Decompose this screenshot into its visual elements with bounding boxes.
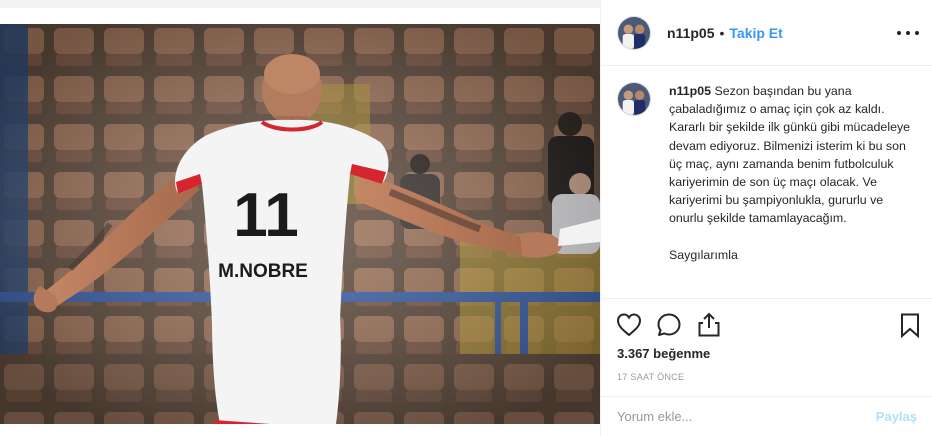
avatar[interactable] xyxy=(617,15,651,50)
comment-icon xyxy=(657,313,681,336)
header-separator: • xyxy=(719,24,725,41)
action-bar xyxy=(601,298,932,350)
share-icon xyxy=(698,312,720,337)
post-comment-button[interactable]: Paylaş xyxy=(876,409,917,424)
more-options-button[interactable] xyxy=(897,22,919,44)
caption-avatar[interactable] xyxy=(617,82,651,116)
caption: n11p05 Sezon başından bu yana çabaladığı… xyxy=(601,82,932,298)
bookmark-icon xyxy=(901,313,919,339)
like-button[interactable] xyxy=(615,311,643,339)
caption-body: Sezon başından bu yana çabaladığımız o a… xyxy=(669,84,911,262)
follow-button[interactable]: Takip Et xyxy=(729,25,782,41)
post-header: n11p05 • Takip Et xyxy=(601,0,932,66)
image-top-border xyxy=(0,0,600,8)
comment-button[interactable] xyxy=(655,311,683,339)
heart-icon xyxy=(616,313,642,337)
likes-number: 3.367 xyxy=(617,346,650,361)
share-button[interactable] xyxy=(695,311,723,339)
comment-input[interactable] xyxy=(617,409,876,424)
likes-label: beğenme xyxy=(653,346,711,361)
avatar-image xyxy=(618,16,650,49)
header-username[interactable]: n11p05 xyxy=(667,25,714,41)
jersey-number: 11 xyxy=(233,181,299,250)
caption-text: n11p05 Sezon başından bu yana çabaladığı… xyxy=(669,82,915,298)
post-side-panel: n11p05 • Takip Et n11p05 Sezon başından … xyxy=(600,0,932,436)
post-image-container: 11 M.NOBRE xyxy=(0,0,600,436)
avatar-image xyxy=(618,83,650,115)
post-timestamp[interactable]: 17 SAAT ÖNCE xyxy=(617,372,684,382)
save-button[interactable] xyxy=(896,311,924,339)
jersey-name: M.NOBRE xyxy=(218,261,308,282)
comment-box: Paylaş xyxy=(601,396,932,436)
more-horizontal-icon xyxy=(897,31,901,35)
post-photo[interactable]: 11 M.NOBRE xyxy=(0,24,600,424)
caption-username[interactable]: n11p05 xyxy=(669,84,711,98)
likes-count[interactable]: 3.367 beğenme xyxy=(617,346,710,361)
